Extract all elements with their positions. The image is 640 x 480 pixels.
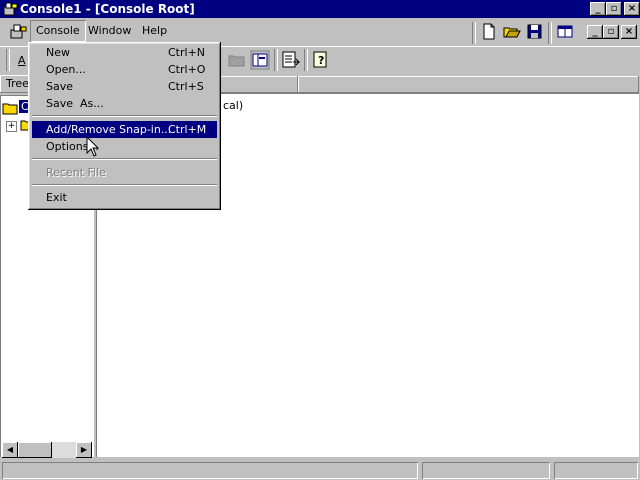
export-list-icon[interactable] <box>280 49 302 71</box>
child-close-button[interactable]: × <box>621 25 637 39</box>
child-minimize-button[interactable]: _ <box>587 25 603 39</box>
scroll-thumb[interactable] <box>18 442 52 458</box>
title-bar: Console1 - [Console Root] <box>0 0 640 18</box>
mouse-pointer-icon <box>86 136 100 157</box>
menu-window[interactable]: Window <box>82 20 137 42</box>
expand-node-button[interactable]: + <box>6 121 17 132</box>
status-bar <box>0 460 640 480</box>
menu-item-options[interactable]: Options... <box>32 138 217 155</box>
toolbar-separator <box>274 49 278 71</box>
minimize-button[interactable]: _ <box>590 2 606 16</box>
menu-separator <box>32 158 217 160</box>
console-menu-dropdown: New Ctrl+N Open... Ctrl+O Save Ctrl+S Sa… <box>28 42 221 210</box>
toolbar-separator <box>6 49 10 71</box>
menu-separator <box>32 184 217 186</box>
svg-text:?: ? <box>318 54 324 67</box>
close-button[interactable]: × <box>624 2 640 16</box>
scroll-right-button[interactable]: ▶ <box>76 442 92 458</box>
menu-item-open[interactable]: Open... Ctrl+O <box>32 61 217 78</box>
console-root-folder-icon <box>2 103 18 115</box>
child-restore-button[interactable]: ▫ <box>603 25 619 39</box>
menu-item-save-as[interactable]: Save As... <box>32 95 217 112</box>
action-menu-partial[interactable]: A <box>18 54 26 67</box>
mmc-app-icon[interactable] <box>3 1 19 17</box>
open-folder-icon[interactable] <box>503 23 521 40</box>
menu-bar: Console Window Help <box>0 20 640 42</box>
menu-item-new[interactable]: New Ctrl+N <box>32 44 217 61</box>
toolbar-separator <box>304 49 308 71</box>
window-title: Console1 - [Console Root] <box>20 2 195 16</box>
restore-button[interactable]: ▫ <box>606 2 622 16</box>
list-item-partial[interactable]: cal) <box>223 99 243 112</box>
new-window-icon[interactable] <box>556 23 574 40</box>
menu-item-exit[interactable]: Exit <box>32 189 217 206</box>
console-app-icon[interactable] <box>10 23 28 40</box>
menu-console[interactable]: Console <box>30 20 86 42</box>
menu-help[interactable]: Help <box>136 20 173 42</box>
menu-item-recent-file: Recent File <box>46 166 106 179</box>
status-cell-2 <box>422 462 550 479</box>
status-cell-3 <box>554 462 638 479</box>
tree-horizontal-scrollbar[interactable]: ◀ ▶ <box>2 442 92 458</box>
menu-separator <box>32 115 217 117</box>
menu-item-save[interactable]: Save Ctrl+S <box>32 78 217 95</box>
toolbar-separator <box>548 22 552 44</box>
show-hide-tree-icon[interactable] <box>249 49 271 71</box>
new-document-icon[interactable] <box>480 23 498 40</box>
menu-item-add-remove-snap-in[interactable]: Add/Remove Snap-in... Ctrl+M <box>32 121 217 138</box>
toolbar-separator <box>472 22 476 44</box>
status-cell-main <box>2 462 418 479</box>
empty-column-header[interactable] <box>298 76 639 93</box>
help-topic-icon[interactable]: ? <box>310 49 332 71</box>
scroll-left-button[interactable]: ◀ <box>2 442 18 458</box>
folder-up-icon[interactable] <box>226 49 248 71</box>
save-disk-icon[interactable] <box>526 23 544 40</box>
